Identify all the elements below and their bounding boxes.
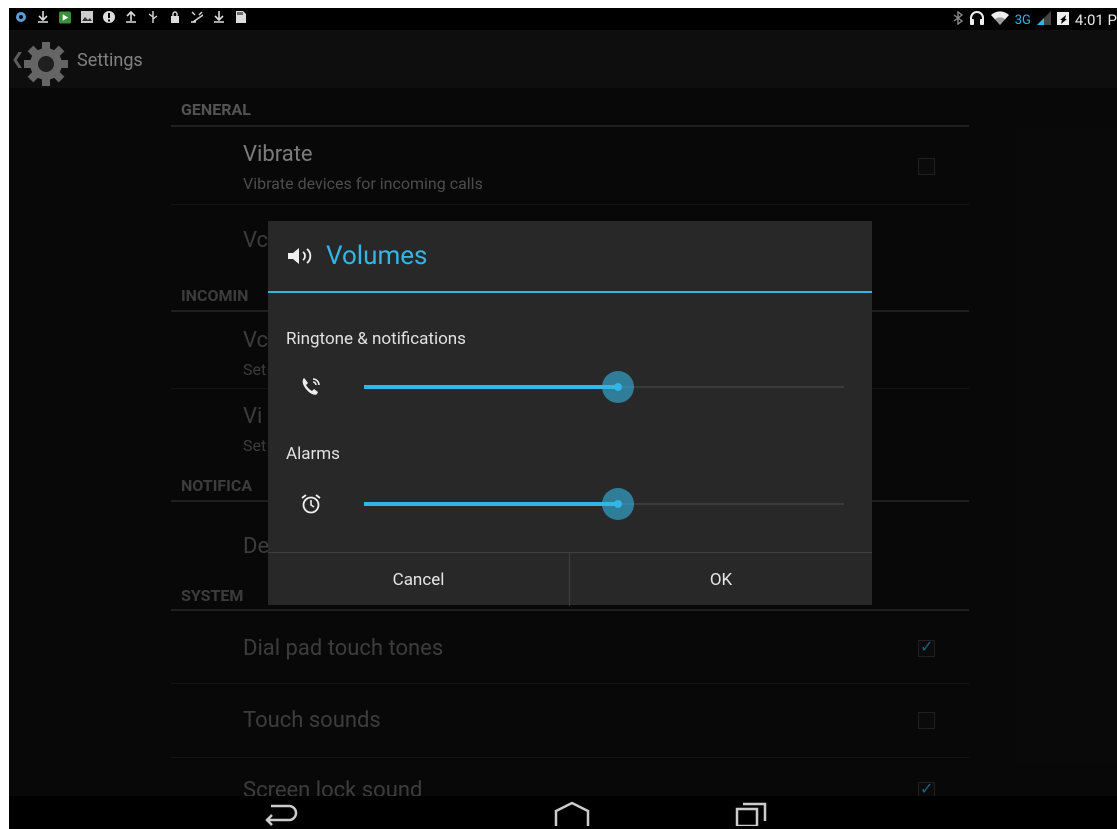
alarms-volume-slider[interactable] — [364, 488, 844, 520]
sd-card-icon — [235, 10, 247, 24]
image-icon — [81, 10, 93, 24]
ringtone-slider-thumb[interactable] — [602, 371, 635, 403]
clock: 4:01 P — [1074, 11, 1117, 29]
ringtone-slider-fill — [364, 385, 619, 389]
wifi-icon — [990, 11, 1009, 29]
usb-icon — [147, 10, 159, 24]
headset-icon — [969, 10, 985, 30]
android-screen: 3G 4:01 P ❮ Settings GENERAL Vibrate Vib… — [9, 8, 1117, 829]
network-type-label: 3G — [1014, 12, 1031, 28]
ringtone-phone-icon — [302, 378, 320, 395]
play-store-icon — [59, 10, 71, 24]
sync-icon — [15, 10, 27, 24]
cell-signal-icon — [1036, 11, 1051, 29]
alarms-label: Alarms — [286, 444, 340, 464]
debug-icon — [191, 10, 203, 24]
notification-icons — [15, 10, 247, 24]
navigation-bar — [9, 796, 1117, 829]
speaker-icon — [288, 248, 312, 264]
ringtone-label: Ringtone & notifications — [286, 329, 466, 349]
bluetooth-icon — [953, 10, 963, 29]
dialog-button-bar: Cancel OK — [268, 552, 872, 606]
dialog-title: Volumes — [288, 241, 427, 271]
dialog-title-text: Volumes — [326, 241, 428, 271]
status-bar: 3G 4:01 P — [9, 8, 1117, 30]
system-icons: 3G 4:01 P — [953, 10, 1117, 30]
alert-icon — [103, 10, 115, 24]
title-divider — [268, 291, 872, 293]
back-icon[interactable] — [259, 800, 299, 826]
ringtone-volume-slider[interactable] — [364, 371, 844, 403]
battery-icon — [1056, 11, 1069, 29]
volumes-dialog: Volumes Ringtone & notifications Alarms … — [268, 221, 872, 606]
ok-button[interactable]: OK — [570, 553, 872, 606]
download-icon — [213, 10, 225, 24]
alarms-slider-thumb[interactable] — [602, 488, 635, 520]
cancel-button[interactable]: Cancel — [268, 553, 569, 606]
lock-icon — [169, 10, 181, 24]
upload-icon — [125, 10, 137, 24]
download-icon — [37, 10, 49, 24]
home-icon[interactable] — [552, 800, 592, 826]
alarm-clock-icon — [301, 494, 321, 514]
recent-apps-icon[interactable] — [734, 800, 768, 826]
alarms-slider-fill — [364, 502, 619, 506]
